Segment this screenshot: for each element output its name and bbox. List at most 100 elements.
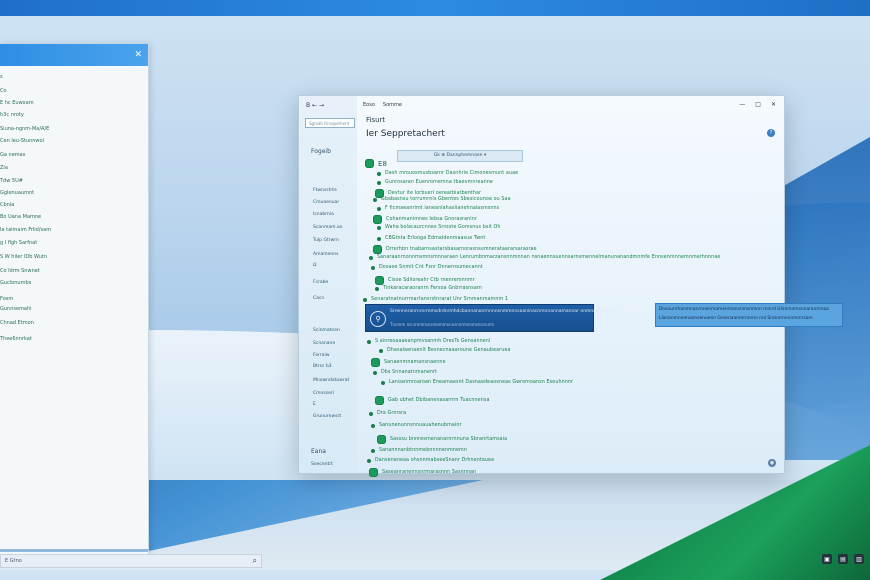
nav-item[interactable]: Mnowndatuwrat — [313, 378, 349, 383]
toolbar-item-view[interactable]: Somme — [383, 102, 402, 108]
list-item[interactable]: Sasssu bnnresrnenanarnrnnuna Sbranrtamsa… — [377, 435, 507, 444]
list-item-label: Sanannnanbtnnmebnnnnenmnemn — [379, 448, 467, 453]
list-item[interactable]: Sanannnanbtnnmebnnnnenmnemn — [371, 448, 467, 453]
left-window-list-item[interactable]: Co ldrm Snwnet — [0, 268, 40, 274]
left-window-list-item[interactable]: Gglenuaumnt — [0, 190, 34, 196]
selected-item-detail: Tnnmm nsnrrenmsnsmemmnnnsnnrmnnmsnsnnnm — [390, 322, 495, 327]
list-item[interactable]: Dbs Snnanatnmanenrt — [373, 370, 437, 375]
nav-item[interactable]: Scanmam.an — [313, 225, 343, 230]
list-item[interactable]: Tinkaracaraoranrn Fersoa Gnbrrasnsarn — [375, 286, 482, 291]
list-item-label: Sasssu bnnresrnenanarnrnnuna Sbranrtamsa… — [390, 437, 508, 442]
list-item[interactable]: Saseanranennsnrmarasnnn Sasnnnan — [369, 468, 476, 477]
nav-item[interactable]: Icnabrnia — [313, 212, 334, 217]
left-window-list-item[interactable]: Gunnsemahi — [0, 306, 32, 312]
nav-item[interactable]: Cacn — [313, 296, 324, 301]
nav-item[interactable]: Ω — [313, 263, 316, 268]
left-window-list-item[interactable]: s — [0, 74, 3, 80]
left-window-list-item[interactable]: S W hiler lDb Wutn — [0, 254, 47, 260]
search-icon[interactable]: ⌕ — [253, 556, 257, 566]
left-window-list-item[interactable]: Tdw 5U# — [0, 178, 23, 184]
list-item[interactable]: Waha bolacaurcnnes Srroote Gomsnus bsit … — [377, 225, 501, 230]
list-item[interactable]: Gab ubhet Dbibanenasarnrn Tuacnnensa — [375, 396, 489, 405]
nav-item[interactable]: Btrsc b3 — [313, 364, 332, 369]
nav-item[interactable]: Amamenns — [313, 252, 338, 257]
list-item[interactable]: Lanoanmroaroan Eneamaesnt Dasnaedeaosnea… — [381, 380, 573, 385]
tray-icon[interactable]: ▤ — [838, 554, 848, 564]
item-icon — [371, 265, 375, 270]
left-window-list-item[interactable]: Cen leu-Stunnwol — [0, 138, 44, 144]
list-item[interactable]: Sanaraanrnonnmsmnsmnnaraen Lenrumbnmarza… — [369, 255, 720, 260]
nav-item[interactable]: Grunurnwsrt — [313, 414, 341, 419]
nav-item[interactable]: Fcrabe — [313, 280, 328, 285]
left-window-titlebar[interactable] — [0, 44, 148, 66]
horizontal-scrollbar[interactable] — [0, 549, 148, 552]
left-window-list-item[interactable]: Siuna-ngnm-Ma/A/E — [0, 126, 49, 132]
left-window-list-item[interactable]: h3c nroty — [0, 112, 24, 118]
chat-icon[interactable]: ◉ — [768, 459, 776, 467]
list-item[interactable]: CBGtnta Erlooga Edmaldenmaasue Twnt — [377, 236, 485, 241]
list-item[interactable]: S ainreoaaaeanpmvsanmh DresTs Gensannenl — [367, 339, 490, 344]
item-icon — [375, 276, 384, 285]
nav-item[interactable]: Ftwnsstrte — [313, 188, 337, 193]
item-icon — [375, 396, 384, 405]
tray-icon[interactable]: ▣ — [822, 554, 832, 564]
list-item[interactable]: F ficmaeanrimt ianeanlahaslianehnalasmsn… — [377, 206, 499, 211]
help-icon[interactable]: ? — [767, 129, 775, 137]
item-icon — [365, 159, 374, 168]
list-item[interactable]: Gbabasnsu torrumrnis Gbentes Sbesicounoa… — [373, 197, 511, 202]
nav-footer-item[interactable]: Soecentrt — [311, 462, 333, 467]
item-icon — [367, 339, 371, 344]
list-item[interactable]: Sanunenunnsnnuauahenubmainr — [371, 423, 462, 428]
left-window-list-item[interactable]: g I flgh Sarfnat — [0, 240, 37, 246]
left-window-list-item[interactable]: E hc Euwxam — [0, 100, 34, 106]
left-window-list-item[interactable]: Co — [0, 88, 7, 94]
list-item[interactable]: Dosaoe Snmit Cnt Fsnr Dnnerroumecannt — [371, 265, 483, 270]
toolbar-item-file[interactable]: Eoso — [363, 102, 375, 108]
search-input[interactable]: Sgmah Itrnoperhent — [305, 118, 355, 128]
left-window-list-item[interactable]: Guclonumbs — [0, 280, 31, 286]
item-icon — [373, 197, 377, 202]
nav-item[interactable]: E — [313, 402, 316, 407]
left-window-list-item[interactable]: Chnad Etmon — [0, 320, 34, 326]
nav-item[interactable]: Forraiw — [313, 353, 330, 358]
left-window-list-item[interactable]: Cbnla — [0, 202, 14, 208]
item-icon — [371, 448, 375, 453]
nav-item[interactable]: Cmnsseri — [313, 391, 334, 396]
list-item[interactable]: Dash mrouosmusbsarnr Dasnhrie Cimonesmun… — [377, 171, 518, 176]
left-window-list-item[interactable]: Bo Uana Mamne — [0, 214, 41, 220]
tooltip: Dnsnunrhanmnanrnnenmamenmansnmsnmnn mnnd… — [655, 303, 843, 327]
nav-item[interactable]: Scinmatnen — [313, 328, 340, 333]
list-item[interactable]: Dhasalaenaenlt Besnecnaaaroune Genaubear… — [379, 348, 510, 353]
nav-item[interactable]: Cmuaenuar — [313, 200, 339, 205]
nav-item[interactable]: Tulp Gtrwrn — [313, 238, 339, 243]
list-item[interactable]: Gunrosaran Euenromemna tbaevmnreanne — [377, 180, 493, 185]
close-icon[interactable]: ✕ — [771, 101, 776, 108]
close-icon[interactable]: ✕ — [134, 50, 142, 60]
list-item[interactable]: E8 — [365, 159, 387, 168]
left-window-list-item[interactable]: Thee6nnrkat — [0, 336, 32, 342]
filter-dropdown[interactable]: Gk ⊕ Dannphemnaen ▾ — [397, 150, 523, 162]
left-window: ✕ s Co E hc Euwxam h3c nroty Siuna-ngnm-Ma/A… — [0, 44, 149, 554]
item-icon — [375, 286, 379, 291]
list-item[interactable]: Senaratnatnurrmartansrstnrarat Unr Srnma… — [363, 297, 508, 302]
list-item[interactable]: Drrerhbn tnabarnsastarsbasarnorasnsumner… — [373, 245, 537, 254]
maximize-icon[interactable]: □ — [755, 101, 761, 108]
left-window-list-item[interactable]: Ga nemas — [0, 152, 25, 158]
list-item[interactable]: Sanaenmnamansnaenne — [371, 358, 446, 367]
minimize-icon[interactable]: — — [739, 101, 745, 108]
tray-icon[interactable]: ▥ — [854, 554, 864, 564]
list-item[interactable]: Cisoe Sdiioreahr Ctb rnenremnnmr — [375, 276, 475, 285]
list-item[interactable]: Danseneneaa ohsnnmabseeSnanr Drhnentauea — [367, 458, 494, 463]
bottom-search-bar[interactable]: E Gtno ⌕ — [0, 554, 262, 568]
left-window-list-item[interactable]: Zia — [0, 165, 8, 171]
item-icon — [377, 225, 381, 230]
nav-item[interactable]: Scnanane — [313, 341, 335, 346]
selected-list-item[interactable]: ⚲ Srrenneranrnrnrmmsdrdnrmhdcbannanonrnn… — [365, 304, 619, 332]
left-window-list-item[interactable]: Fosm — [0, 296, 13, 302]
left-window-list-item[interactable]: Ia taimaim Frlid/sam — [0, 227, 51, 233]
list-item-label: Lanoanmroaroan Eneamaesnt Dasnaedeaosnea… — [389, 380, 574, 385]
list-item[interactable]: Dra Grnrsra — [369, 411, 406, 416]
list-item[interactable]: Cohanmanimnes Iebsa Gnorasraninr — [373, 215, 477, 224]
nav-back-forward[interactable]: B ← → — [306, 102, 324, 109]
selected-item-title: Srrenneranrnrnrmmsdrdnrmhdcbannanonrnnnn… — [390, 309, 620, 314]
